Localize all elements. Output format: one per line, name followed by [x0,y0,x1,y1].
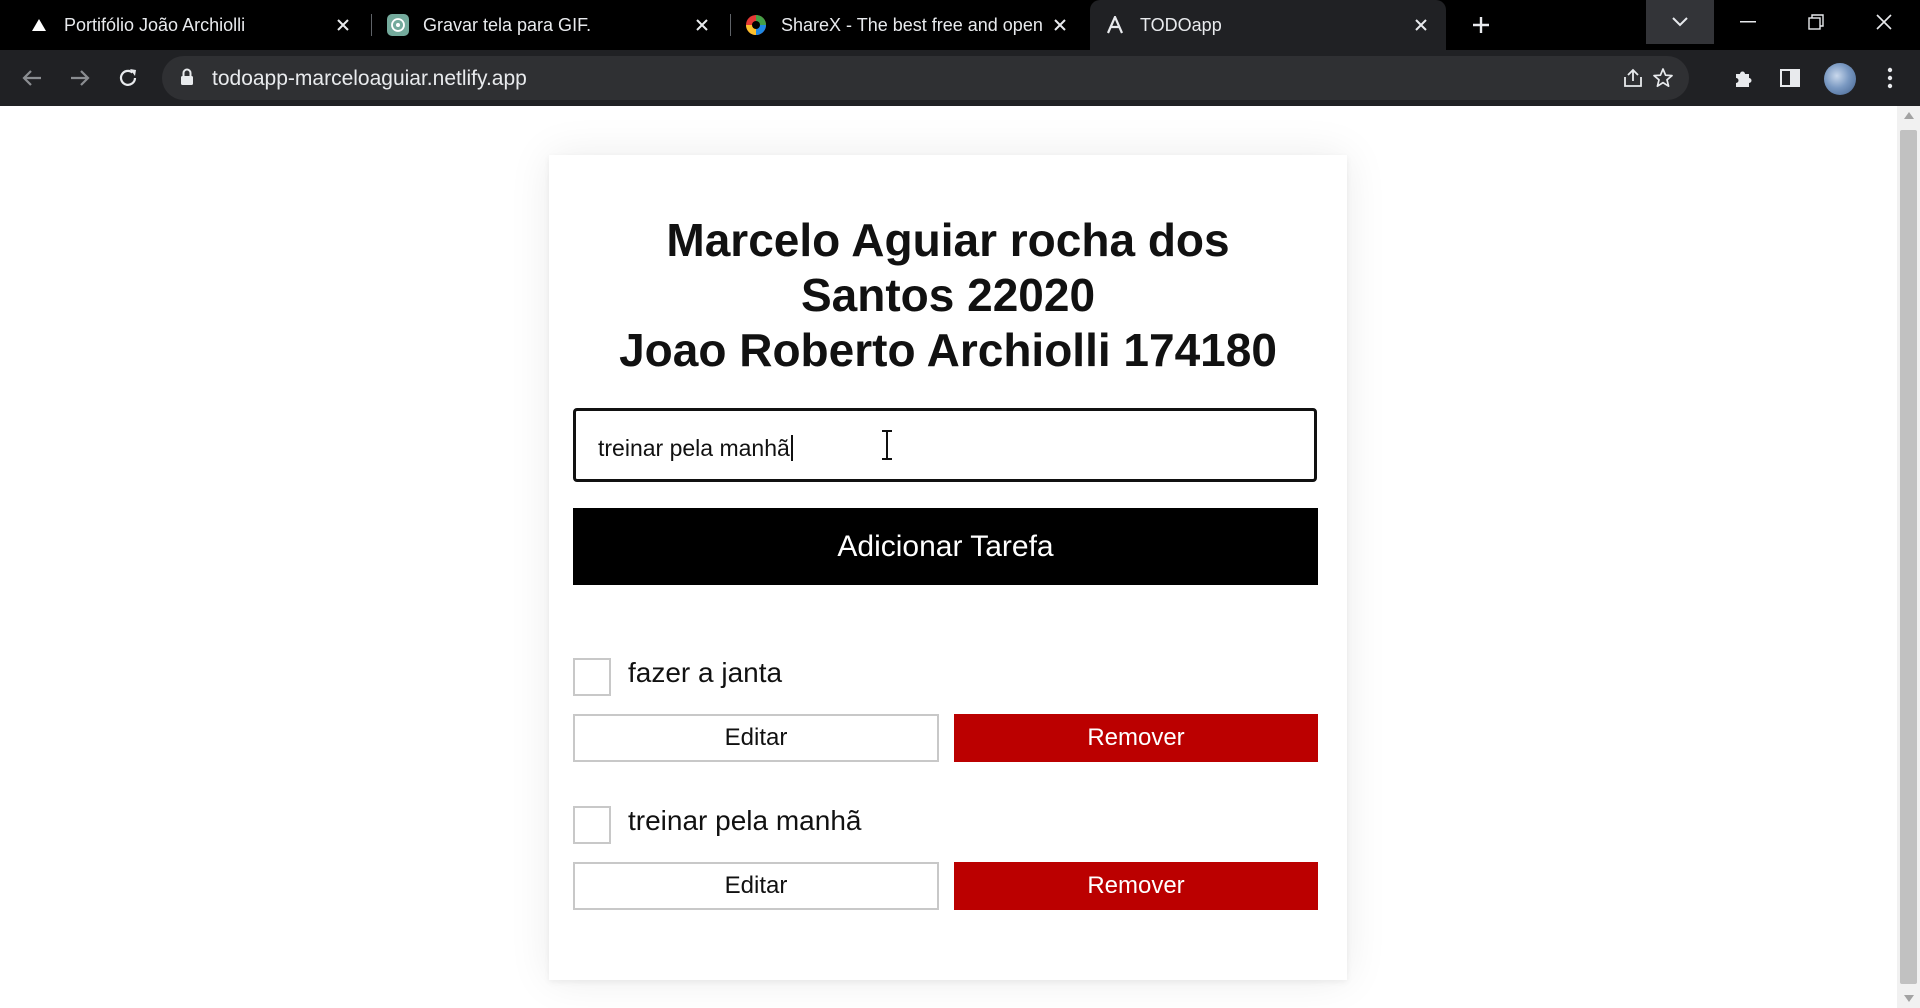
extensions-puzzle-icon[interactable] [1731,66,1755,90]
tab-portfolio[interactable]: Portifólio João Archiolli [28,0,368,50]
edit-button[interactable]: Editar [573,714,939,762]
chatgpt-logo-icon [387,14,409,36]
page-viewport: Marcelo Aguiar rocha dos Santos 22020 Jo… [0,106,1897,1008]
address-bar[interactable]: todoapp-marceloaguiar.netlify.app [162,56,1689,100]
back-button[interactable] [20,66,44,90]
tab-title: TODOapp [1140,14,1222,35]
reload-button[interactable] [116,66,140,90]
task-item: fazer a janta Editar Remover [573,657,1318,788]
more-menu-icon[interactable] [1878,66,1902,90]
task-label: treinar pela manhã [628,805,862,836]
task-label: fazer a janta [628,657,783,688]
task-input[interactable]: treinar pela manhã [573,408,1317,482]
sharex-logo-icon [745,14,767,36]
new-tab-button[interactable] [1468,12,1494,38]
page-title: Marcelo Aguiar rocha dos Santos 22020 Jo… [549,213,1347,378]
lock-icon[interactable] [180,68,194,91]
tab-sharex[interactable]: ShareX - The best free and open [745,0,1085,50]
scroll-down-arrow-icon[interactable] [1904,995,1914,1002]
text-caret [790,435,793,461]
scroll-thumb[interactable] [1900,130,1917,984]
task-checkbox[interactable] [573,658,611,696]
tab-search-button[interactable] [1646,0,1714,44]
tab-separator [730,14,731,36]
minimize-button[interactable] [1714,0,1782,44]
task-input-value: treinar pela manhã [598,435,790,461]
remove-button[interactable]: Remover [954,862,1318,910]
close-icon[interactable] [332,14,354,36]
tab-todoapp[interactable]: TODOapp [1090,0,1446,50]
url-text: todoapp-marceloaguiar.netlify.app [212,67,527,90]
close-icon[interactable] [691,14,713,36]
tab-separator [371,14,372,36]
tab-title: Gravar tela para GIF. [423,14,592,35]
text-cursor-icon [880,430,894,465]
task-item: treinar pela manhã Editar Remover [573,805,1318,936]
title-line: Marcelo Aguiar rocha dos [666,214,1230,266]
title-line: Joao Roberto Archiolli 174180 [619,324,1277,376]
add-task-button[interactable]: Adicionar Tarefa [573,508,1318,585]
remove-button[interactable]: Remover [954,714,1318,762]
tab-gravar-gif[interactable]: Gravar tela para GIF. [387,0,727,50]
close-icon[interactable] [1049,14,1071,36]
a-logo-icon [1104,14,1126,36]
restore-button[interactable] [1782,0,1850,44]
triangle-logo-icon [28,14,50,36]
bookmark-star-icon[interactable] [1651,66,1675,90]
task-checkbox[interactable] [573,806,611,844]
forward-button[interactable] [68,66,92,90]
edit-button[interactable]: Editar [573,862,939,910]
scroll-up-arrow-icon[interactable] [1904,112,1914,119]
tab-title: ShareX - The best free and open [781,14,1043,35]
tab-strip: Portifólio João Archiolli Gravar tela pa… [0,0,1920,50]
close-icon[interactable] [1410,14,1432,36]
close-window-button[interactable] [1850,0,1918,44]
profile-avatar[interactable] [1824,63,1856,95]
title-line: Santos 22020 [800,269,1096,321]
todo-card: Marcelo Aguiar rocha dos Santos 22020 Jo… [549,155,1347,980]
page-scrollbar[interactable] [1897,106,1920,1008]
side-panel-icon[interactable] [1778,66,1802,90]
browser-toolbar: todoapp-marceloaguiar.netlify.app [0,50,1920,106]
share-icon[interactable] [1621,66,1645,90]
tab-title: Portifólio João Archiolli [64,14,246,35]
